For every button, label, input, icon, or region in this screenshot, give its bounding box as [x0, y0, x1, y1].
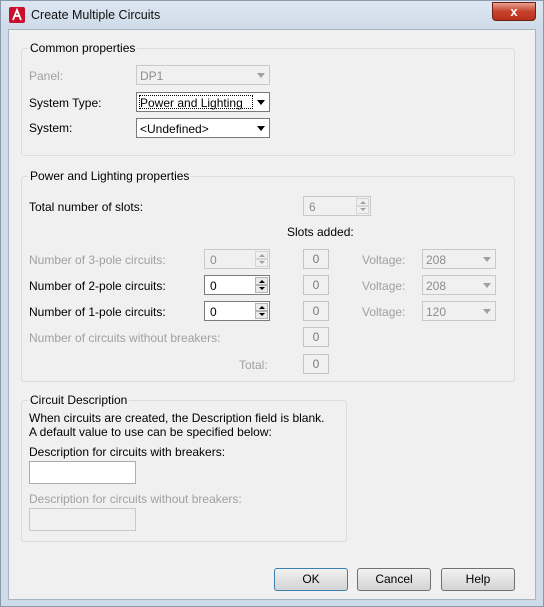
system-select[interactable]: <Undefined> [136, 118, 270, 138]
two-pole-spinner[interactable]: 0 [204, 275, 270, 295]
chevron-down-icon [483, 309, 491, 314]
chevron-down-icon [257, 126, 265, 131]
dialog-client-area: Common properties Panel: DP1 System Type… [8, 29, 536, 600]
total-slots-value: 6 [309, 200, 316, 214]
close-button[interactable]: x [492, 2, 536, 21]
system-label: System: [29, 121, 73, 135]
ok-button[interactable]: OK [274, 568, 348, 591]
power-lighting-group: Power and Lighting properties Total numb… [21, 169, 515, 382]
panel-label: Panel: [29, 69, 64, 83]
spin-up-icon [255, 251, 268, 259]
no-breaker-count: 0 [303, 327, 329, 347]
total-label: Total: [239, 358, 268, 372]
circuit-description-legend: Circuit Description [28, 393, 130, 407]
three-pole-value: 0 [210, 253, 217, 267]
three-pole-voltage-label: Voltage: [362, 253, 406, 267]
spin-down-icon [356, 206, 369, 214]
system-type-label: System Type: [29, 96, 102, 110]
chevron-down-icon [483, 257, 491, 262]
chevron-down-icon [257, 100, 265, 105]
one-pole-label: Number of 1-pole circuits: [29, 305, 166, 319]
spin-up-icon[interactable] [255, 277, 268, 285]
no-breaker-label: Number of circuits without breakers: [29, 331, 221, 345]
close-icon: x [510, 4, 518, 19]
one-pole-voltage-select: 120 [422, 301, 496, 321]
with-breakers-description-input[interactable] [29, 461, 136, 484]
cancel-button[interactable]: Cancel [357, 568, 431, 591]
three-pole-label: Number of 3-pole circuits: [29, 253, 166, 267]
description-info-line-2: A default value to use can be specified … [29, 425, 272, 439]
two-pole-slots: 0 [303, 275, 329, 295]
one-pole-spinner[interactable]: 0 [204, 301, 270, 321]
spin-down-icon [255, 259, 268, 267]
one-pole-voltage-label: Voltage: [362, 305, 406, 319]
system-type-value: Power and Lighting [140, 96, 243, 110]
chevron-down-icon [483, 283, 491, 288]
three-pole-spinner: 0 [204, 249, 270, 269]
three-pole-slots: 0 [303, 249, 329, 269]
autocad-app-icon [9, 7, 25, 23]
common-properties-group: Common properties Panel: DP1 System Type… [21, 41, 515, 156]
three-pole-voltage-value: 208 [426, 253, 447, 267]
two-pole-value: 0 [210, 279, 217, 293]
one-pole-value: 0 [210, 305, 217, 319]
spin-up-icon[interactable] [255, 303, 268, 311]
dialog-window: Create Multiple Circuits x Common proper… [0, 0, 544, 607]
title-bar: Create Multiple Circuits x [1, 1, 543, 28]
total-slots-label: Total number of slots: [29, 200, 144, 214]
total-slots-spinner: 6 [303, 196, 371, 216]
one-pole-slots: 0 [303, 301, 329, 321]
panel-value: DP1 [140, 69, 164, 83]
without-breakers-description-input [29, 508, 136, 531]
help-button[interactable]: Help [441, 568, 515, 591]
circuit-description-group: Circuit Description When circuits are cr… [21, 393, 347, 542]
total-count: 0 [303, 354, 329, 374]
spin-up-icon [356, 198, 369, 206]
two-pole-voltage-value: 208 [426, 279, 447, 293]
three-pole-voltage-select: 208 [422, 249, 496, 269]
panel-select: DP1 [136, 65, 270, 85]
window-title: Create Multiple Circuits [31, 8, 161, 22]
two-pole-voltage-select: 208 [422, 275, 496, 295]
chevron-down-icon [257, 73, 265, 78]
common-properties-legend: Common properties [28, 41, 138, 55]
spin-down-icon[interactable] [255, 311, 268, 319]
one-pole-voltage-value: 120 [426, 305, 447, 319]
spin-down-icon[interactable] [255, 285, 268, 293]
with-breakers-label: Description for circuits with breakers: [29, 445, 226, 459]
two-pole-label: Number of 2-pole circuits: [29, 279, 166, 293]
two-pole-voltage-label: Voltage: [362, 279, 406, 293]
without-breakers-label: Description for circuits without breaker… [29, 492, 242, 506]
power-lighting-legend: Power and Lighting properties [28, 169, 192, 183]
system-type-select[interactable]: Power and Lighting [136, 92, 270, 112]
system-value: <Undefined> [140, 122, 209, 136]
slots-added-label: Slots added: [287, 225, 354, 239]
description-info-line-1: When circuits are created, the Descripti… [29, 411, 325, 425]
